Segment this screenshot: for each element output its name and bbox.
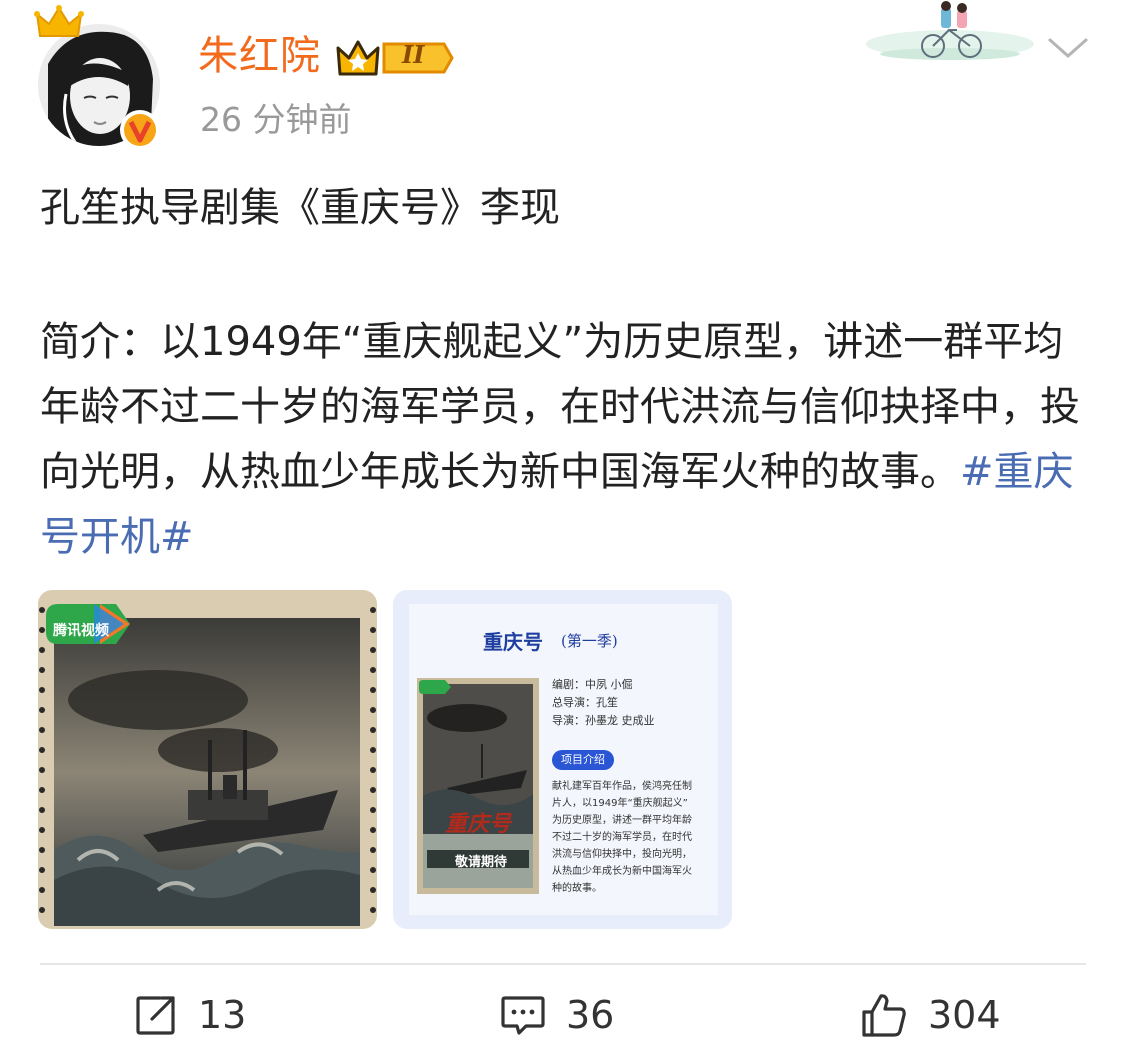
- card-description: 献礼建军百年作品，侯鸿亮任制 片人，以1949年“重庆舰起义” 为历史原型，讲述…: [552, 778, 722, 897]
- description-line: 从热血少年成长为新中国海军火: [552, 866, 692, 877]
- section-badge: 项目介绍: [552, 750, 614, 770]
- comment-button[interactable]: 36: [500, 988, 614, 1042]
- crown-icon: [34, 4, 84, 44]
- description-line: 片人，以1949年“重庆舰起义”: [552, 798, 688, 809]
- username[interactable]: 朱红院: [198, 30, 321, 82]
- like-button[interactable]: 304: [860, 988, 1001, 1042]
- comment-icon: [500, 993, 546, 1037]
- card-season: (第一季): [561, 632, 618, 650]
- post-title: 孔笙执导剧集《重庆号》李现: [40, 185, 560, 231]
- post-image-poster[interactable]: 腾讯视频: [38, 590, 377, 929]
- like-icon: [860, 992, 908, 1038]
- description-line: 为历史原型，讲述一群平均年龄: [552, 815, 692, 826]
- description-line: 洪流与信仰抉择中，投向光明，: [552, 849, 692, 860]
- share-button[interactable]: 13: [134, 988, 246, 1042]
- member-rank-badge[interactable]: II: [336, 36, 454, 80]
- card-credits: 编剧：中夙 小倔 总导演：孔笙 导演：孙墨龙 史成业: [552, 676, 655, 730]
- card-title: 重庆号: [483, 630, 543, 654]
- chevron-down-icon[interactable]: [1046, 34, 1090, 62]
- mini-poster-title: 重庆号: [445, 811, 512, 837]
- comment-count: 36: [566, 993, 615, 1037]
- divider: [40, 963, 1086, 965]
- card-decoration-image: [865, 0, 1035, 62]
- credit-line: 总导演：孔笙: [552, 696, 618, 709]
- post-time: 26 分钟前: [200, 100, 352, 139]
- credit-line: 编剧：中夙 小倔: [552, 678, 633, 691]
- description-line: 种的故事。: [552, 883, 602, 894]
- like-count: 304: [928, 993, 1001, 1037]
- share-icon: [134, 993, 178, 1037]
- description-line: 献礼建军百年作品，侯鸿亮任制: [552, 781, 692, 792]
- mini-poster-tagline: 敬请期待: [455, 855, 508, 870]
- mini-poster: 重庆号 敬请期待: [417, 678, 539, 894]
- post-intro: 简介：以1949年“重庆舰起义”为历史原型，讲述一群平均年龄不过二十岁的海军学员…: [40, 310, 1090, 570]
- share-count: 13: [198, 993, 247, 1037]
- description-line: 不过二十岁的海军学员，在时代: [552, 832, 692, 843]
- post-image-info-card[interactable]: 重庆号 (第一季) 重庆号 敬请期待 编剧：中夙 小倔 总导演：孔笙 导演：孙墨…: [393, 590, 732, 929]
- verified-icon: [118, 108, 162, 152]
- tencent-video-logo: 腾讯视频: [53, 623, 109, 639]
- intro-text: 简介：以1949年“重庆舰起义”为历史原型，讲述一群平均年龄不过二十岁的海军学员…: [40, 319, 1080, 495]
- credit-line: 导演：孙墨龙 史成业: [552, 714, 655, 727]
- rank-label: II: [402, 40, 425, 69]
